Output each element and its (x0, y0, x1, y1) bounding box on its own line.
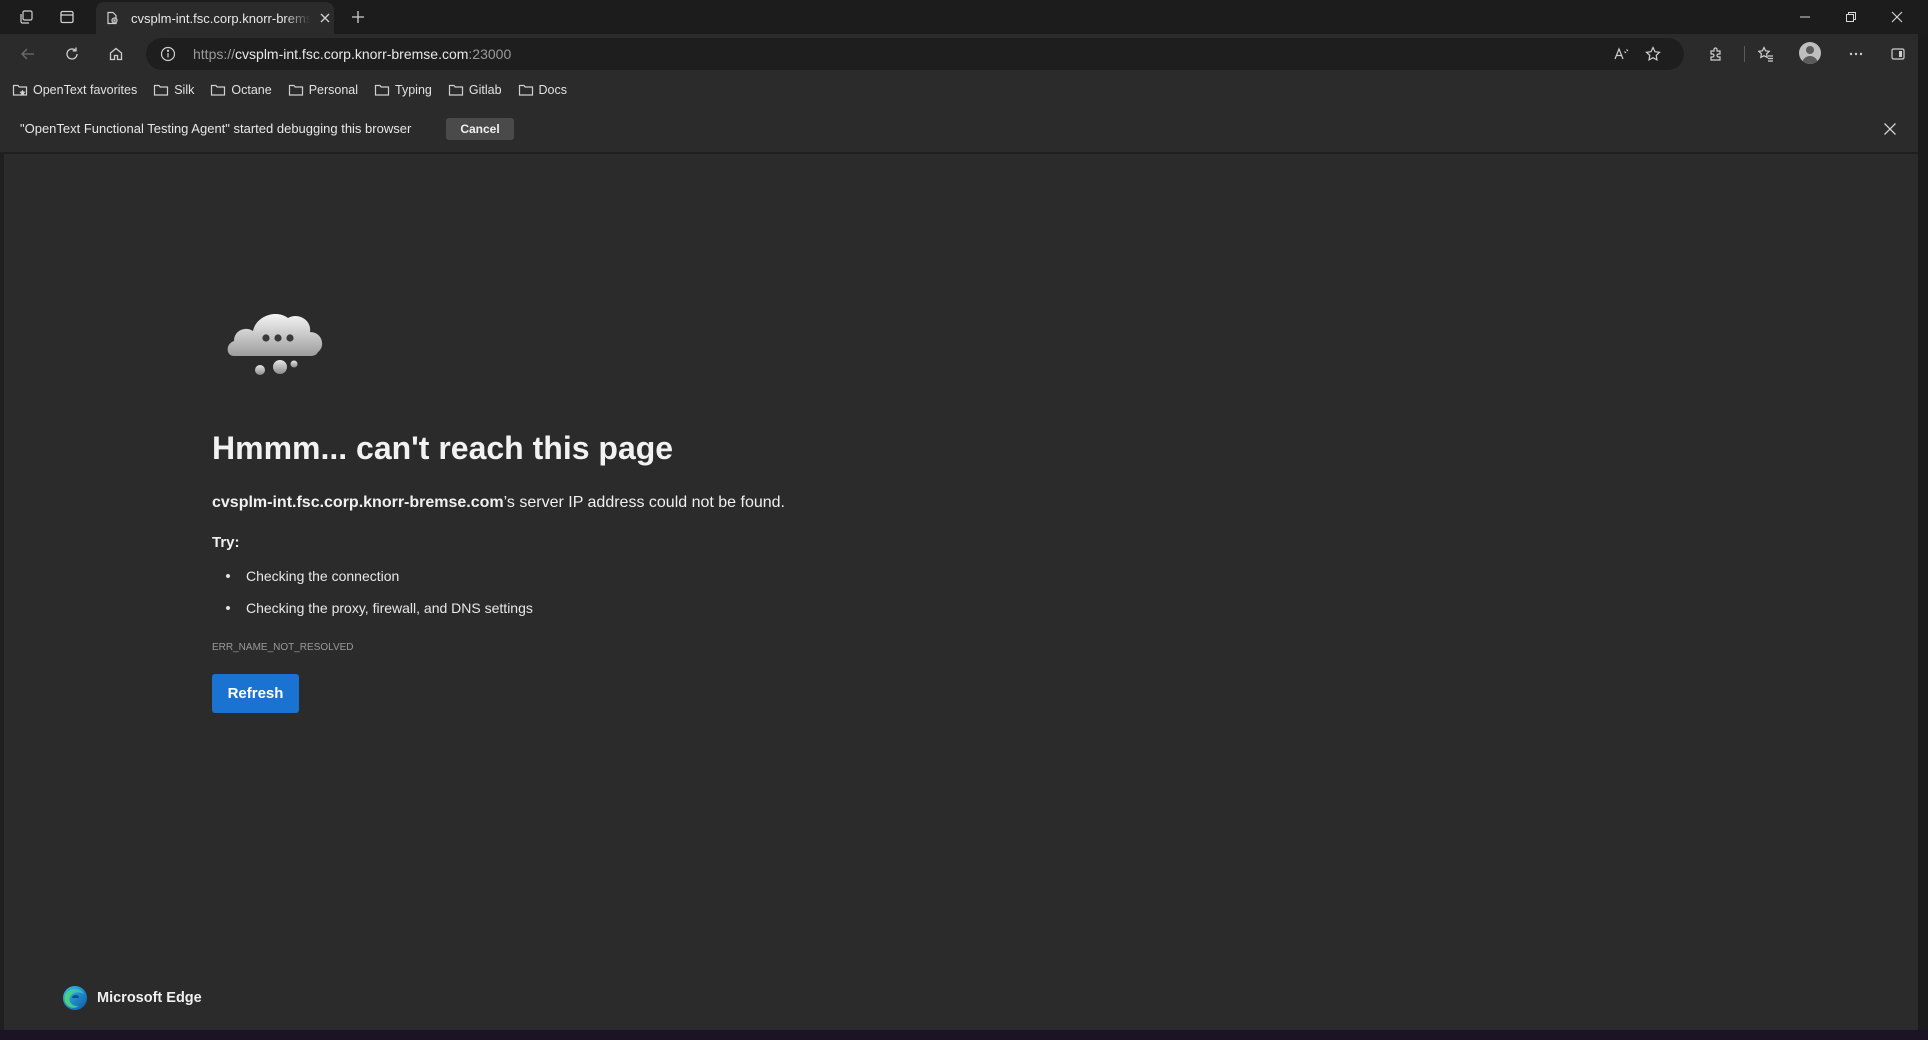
error-title: Hmmm... can't reach this page (212, 430, 674, 466)
error-host: cvsplm-int.fsc.corp.knorr-bremse.com (212, 494, 504, 511)
new-tab-icon[interactable] (346, 5, 370, 29)
reload-icon[interactable] (60, 42, 84, 66)
more-options-icon[interactable] (1844, 42, 1868, 66)
error-description: cvsplm-int.fsc.corp.knorr-bremse.com’s s… (212, 494, 785, 512)
folder-icon (448, 84, 463, 96)
navigation-toolbar: https://cvsplm-int.fsc.corp.knorr-bremse… (0, 34, 1928, 74)
error-description-suffix: ’s server IP address could not be found. (503, 494, 785, 511)
debugging-infobar: "OpenText Functional Testing Agent" star… (0, 106, 1928, 152)
refresh-button[interactable]: Refresh (212, 674, 299, 713)
favorite-octane[interactable]: Octane (204, 78, 277, 102)
favorites-bar: OpenText favorites Silk Octane Personal … (0, 74, 1928, 106)
offline-cloud-icon (227, 314, 323, 375)
error-code: ERR_NAME_NOT_RESOLVED (212, 642, 354, 653)
url-port: :23000 (468, 46, 512, 62)
favorite-silk[interactable]: Silk (147, 78, 200, 102)
title-bar: cvsplm-int.fsc.corp.knorr-bremse.com (0, 0, 1928, 34)
folder-icon (518, 84, 533, 96)
bullet (226, 574, 230, 578)
folder-icon (288, 84, 303, 96)
address-bar[interactable]: https://cvsplm-int.fsc.corp.knorr-bremse… (146, 38, 1684, 70)
url-protocol: https:// (193, 46, 236, 62)
sidebar-toggle-icon[interactable] (1886, 42, 1910, 66)
close-tab-icon[interactable] (317, 10, 333, 26)
close-window-icon[interactable] (1874, 0, 1920, 34)
try-label: Try: (212, 534, 240, 551)
back-icon[interactable] (16, 42, 40, 66)
folder-icon (211, 84, 226, 96)
suggestion-item: Checking the connection (226, 568, 399, 584)
window-edge (1918, 34, 1928, 1040)
favorite-label: Personal (308, 83, 359, 97)
favorite-opentext-favorites[interactable]: OpenText favorites (6, 78, 143, 102)
url-text[interactable]: https://cvsplm-int.fsc.corp.knorr-bremse… (193, 46, 511, 62)
close-infobar-icon[interactable] (1880, 119, 1900, 139)
bullet (226, 606, 230, 610)
favorite-label: Typing (395, 83, 432, 97)
page-error-icon (105, 10, 121, 26)
vertical-tabs-icon[interactable] (57, 7, 77, 27)
favorite-personal[interactable]: Personal (282, 78, 364, 102)
error-page: Hmmm... can't reach this page cvsplm-int… (4, 154, 1918, 1030)
brand: Microsoft Edge (62, 985, 202, 1011)
favorites-folder-icon (12, 84, 28, 96)
favorite-label: OpenText favorites (33, 83, 138, 97)
tab-active[interactable]: cvsplm-int.fsc.corp.knorr-bremse.com (96, 2, 334, 34)
favorite-typing[interactable]: Typing (368, 78, 438, 102)
profile-avatar[interactable] (1799, 42, 1821, 64)
favorite-gitlab[interactable]: Gitlab (442, 78, 508, 102)
brand-name: Microsoft Edge (97, 990, 202, 1006)
url-host: cvsplm-int.fsc.corp.knorr-bremse.com (235, 46, 469, 62)
infobar-message: "OpenText Functional Testing Agent" star… (20, 121, 412, 136)
extensions-icon[interactable] (1704, 42, 1728, 66)
taskbar-edge (0, 1030, 1928, 1040)
suggestion-text: Checking the proxy, firewall, and DNS se… (246, 600, 533, 616)
read-aloud-icon[interactable] (1612, 45, 1630, 63)
home-icon[interactable] (104, 42, 128, 66)
favorite-label: Docs (538, 83, 568, 97)
favorite-label: Octane (231, 83, 272, 97)
favorite-label: Gitlab (468, 83, 502, 97)
tab-title: cvsplm-int.fsc.corp.knorr-bremse.com (131, 10, 311, 26)
workspaces-icon[interactable] (16, 7, 36, 27)
minimize-icon[interactable] (1782, 0, 1828, 34)
folder-icon (374, 84, 390, 96)
favorite-label: Silk (174, 83, 195, 97)
suggestion-item: Checking the proxy, firewall, and DNS se… (226, 600, 533, 616)
suggestion-text: Checking the connection (246, 568, 400, 584)
add-favorite-star-icon[interactable] (1644, 45, 1662, 63)
favorites-icon[interactable] (1754, 42, 1778, 66)
toolbar-divider (1744, 46, 1745, 62)
site-info-icon[interactable] (160, 46, 176, 62)
restore-icon[interactable] (1828, 0, 1874, 34)
cancel-debugging-button[interactable]: Cancel (446, 118, 514, 140)
folder-icon (154, 84, 169, 96)
edge-logo-icon (63, 986, 87, 1010)
favorite-docs[interactable]: Docs (512, 78, 573, 102)
